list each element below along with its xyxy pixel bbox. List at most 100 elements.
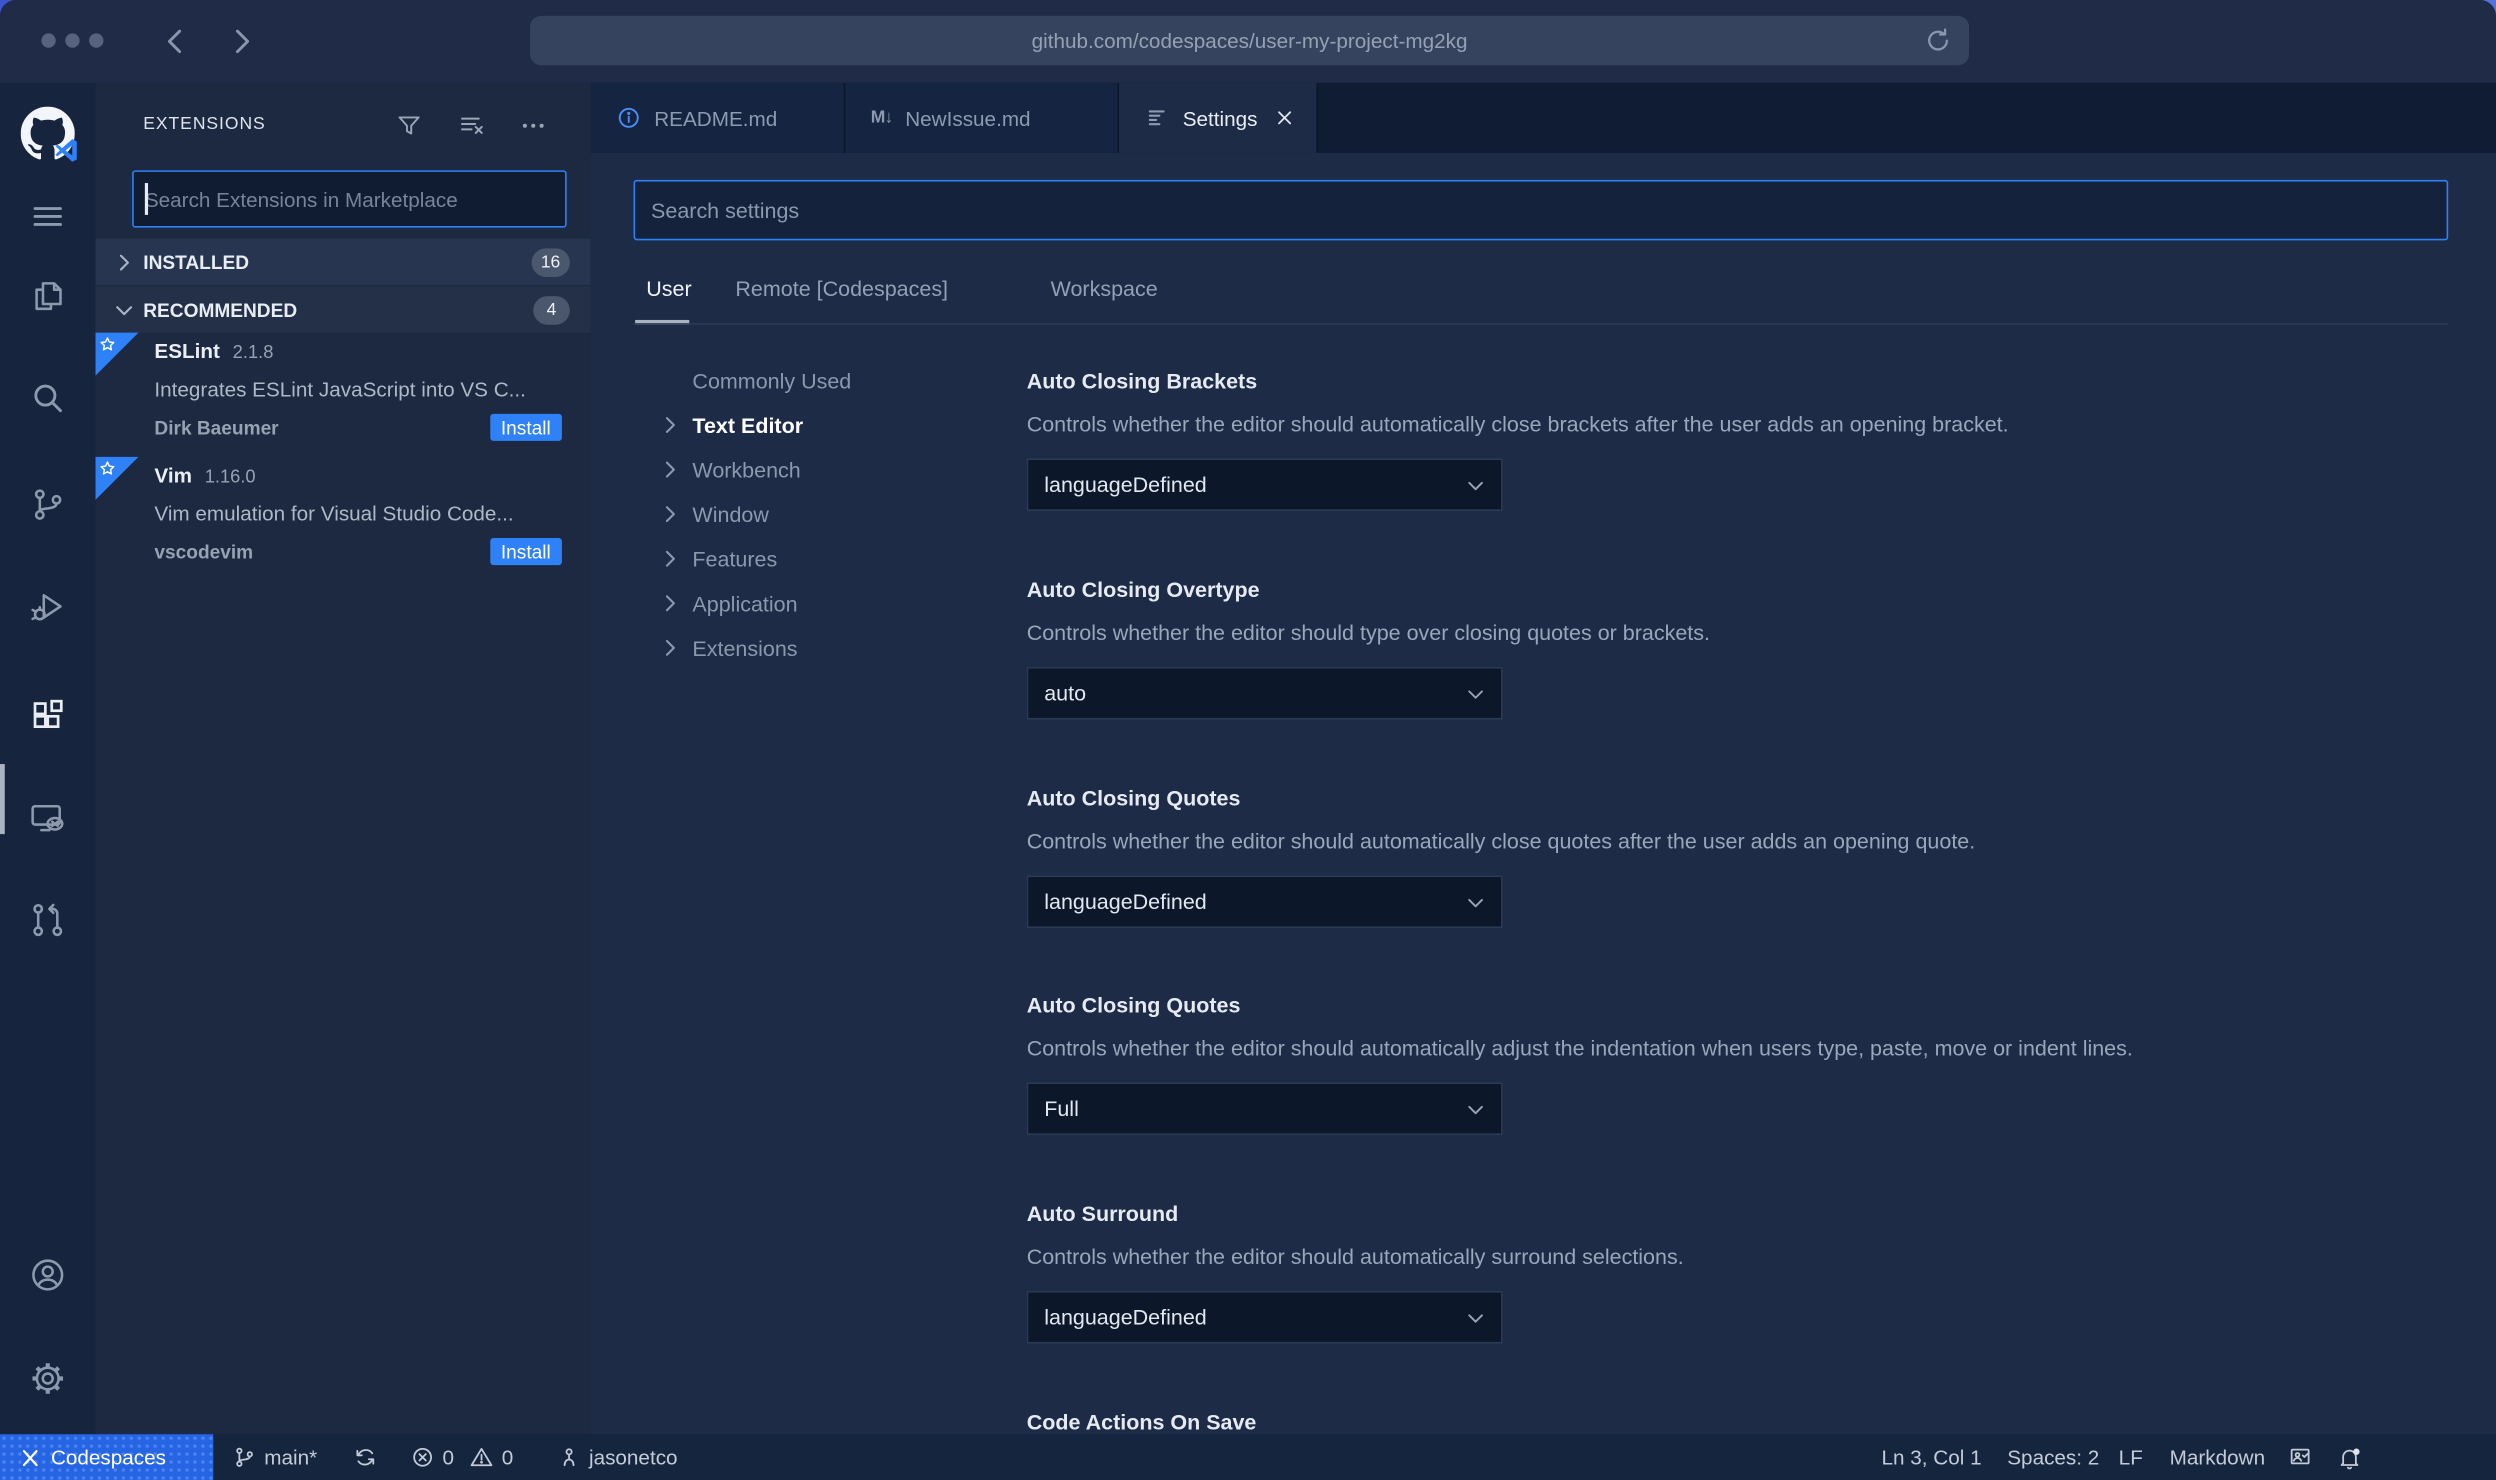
url-text: github.com/codespaces/user-my-project-mg… [1031,28,1468,53]
setting-select[interactable]: languageDefined [1026,1290,1503,1344]
cursor-position[interactable]: Ln 3, Col 1 [1882,1434,1982,1480]
vscode-logo-icon [55,139,77,162]
refresh-button[interactable] [1923,25,1953,55]
setting-title: Auto Closing Brackets [1026,369,1258,394]
toc-item-extensions[interactable]: Extensions [657,630,798,665]
indentation-label: Spaces: 2 [2007,1445,2100,1470]
indentation-status[interactable]: Spaces: 2 [2007,1434,2099,1480]
branch-name: main* [264,1445,318,1470]
select-value: languageDefined [1044,472,1207,497]
problems-status[interactable]: 0 0 [411,1434,514,1480]
chevron-right-icon [111,249,136,274]
explorer-button[interactable] [29,277,67,315]
scope-tab-remote[interactable]: Remote [Codespaces] [735,277,948,301]
run-debug-button[interactable] [29,587,67,625]
chevron-right-icon [235,29,250,54]
extension-name: ESLint [154,339,220,363]
search-button[interactable] [29,379,67,417]
url-bar[interactable]: github.com/codespaces/user-my-project-mg… [530,15,1970,66]
extension-name: Vim [154,463,192,488]
toc-item-workbench[interactable]: Workbench [657,452,801,487]
account-button[interactable] [29,1256,67,1294]
cursor-position-label: Ln 3, Col 1 [1881,1445,1982,1470]
remote-explorer-button[interactable] [29,799,67,837]
notifications-button[interactable] [2337,1434,2361,1480]
source-control-button[interactable] [29,485,67,523]
tab-label: NewIssue.md [905,105,1031,130]
setting-select[interactable]: Full [1026,1082,1503,1135]
source-control-branch-icon [34,489,62,520]
warnings-icon [470,1445,494,1469]
window-zoom-dot[interactable] [89,33,104,48]
scope-tab-user[interactable]: User [646,277,691,301]
user-status[interactable]: jasonetco [557,1434,678,1480]
extension-author: vscodevim [154,540,254,563]
sync-status[interactable] [353,1434,377,1480]
warnings-count: 0 [501,1445,514,1470]
setting-title: Code Actions On Save [1026,1410,1257,1435]
tab-newissue[interactable]: M↓ NewIssue.md [845,82,1120,153]
codespaces-remote-button[interactable]: Codespaces [0,1434,214,1480]
tab-settings[interactable]: Settings [1119,82,1319,153]
chevron-down-icon [1463,889,1488,914]
editor-area: README.md M↓ NewIssue.md Settings User R… [590,82,2496,1435]
section-recommended[interactable]: RECOMMENDED 4 [95,286,591,333]
extensions-search-input[interactable] [132,170,567,228]
markdown-icon: M↓ [870,108,894,128]
settings-search-input[interactable] [633,179,2449,241]
tab-readme[interactable]: README.md [590,82,846,153]
window-minimize-dot[interactable] [65,33,80,48]
toc-item-window[interactable]: Window [657,497,769,532]
chevron-right-icon [657,591,682,616]
codespaces-label: Codespaces [50,1445,166,1470]
sidebar-title: EXTENSIONS [143,114,266,134]
search-icon [34,384,62,413]
menu-button[interactable] [29,197,67,235]
bell-icon [2337,1445,2361,1470]
toc-item-application[interactable]: Application [657,586,798,621]
chevron-left-icon [167,29,182,54]
settings-gear-button[interactable] [29,1359,67,1397]
feedback-button[interactable] [2287,1434,2311,1480]
language-label: Markdown [2169,1445,2266,1470]
recommended-ribbon [95,456,139,500]
browser-back-button[interactable] [159,24,194,59]
window-close-dot[interactable] [41,33,56,48]
select-value: auto [1044,681,1087,706]
clear-list-icon [461,117,483,134]
extensions-button[interactable] [29,697,67,735]
section-label: RECOMMENDED [143,298,298,321]
extension-version: 1.16.0 [204,467,256,488]
scope-tab-workspace[interactable]: Workspace [1051,277,1158,301]
section-label: INSTALLED [143,250,250,273]
toc-label: Window [692,502,769,527]
select-value: languageDefined [1044,1305,1207,1330]
chevron-down-icon [1463,680,1488,705]
section-installed[interactable]: INSTALLED 16 [95,238,591,285]
setting-select[interactable]: languageDefined [1026,458,1503,511]
extension-item-eslint[interactable]: ESLint 2.1.8 Integrates ESLint JavaScrip… [95,332,591,457]
install-button[interactable]: Install [489,538,562,566]
branch-icon [232,1445,256,1469]
setting-select[interactable]: languageDefined [1026,875,1503,929]
eol-status[interactable]: LF [2119,1434,2143,1480]
setting-select[interactable]: auto [1026,666,1503,720]
language-mode[interactable]: Markdown [2170,1434,2265,1480]
activity-bar [0,82,96,1435]
clear-extensions-button[interactable] [458,111,487,140]
pull-requests-button[interactable] [29,901,67,939]
toc-item-text-editor[interactable]: Text Editor [657,408,803,443]
install-button[interactable]: Install [489,413,562,441]
extension-item-vim[interactable]: Vim 1.16.0 Vim emulation for Visual Stud… [95,456,591,581]
close-icon[interactable] [1273,107,1295,129]
status-bar: Codespaces main* 0 0 jasonetco Ln 3, Col… [0,1434,2496,1480]
filter-button[interactable] [395,111,424,140]
toc-item-commonly-used[interactable]: Commonly Used [657,363,851,398]
tab-label: README.md [654,105,778,130]
toc-label: Application [692,591,798,616]
debug-play-icon [31,594,62,621]
toc-item-features[interactable]: Features [657,541,777,576]
branch-status[interactable]: main* [232,1434,317,1480]
more-actions-button[interactable] [519,111,548,140]
browser-forward-button[interactable] [223,24,258,59]
